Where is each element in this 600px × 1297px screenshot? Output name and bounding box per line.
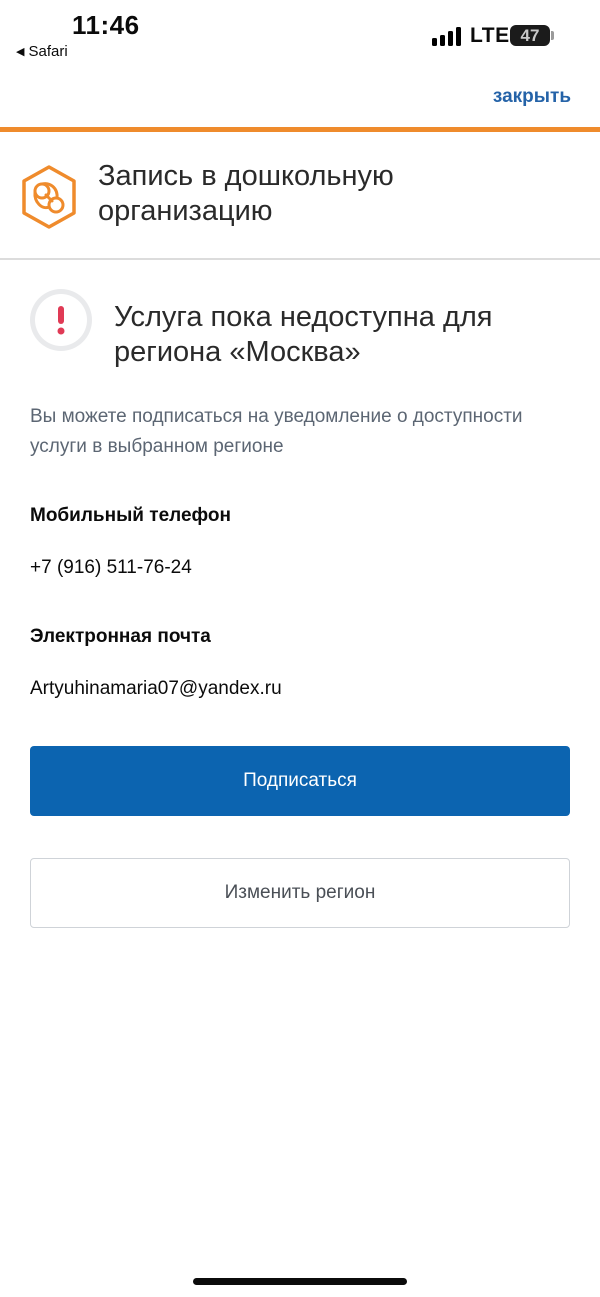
page-title: Запись в дошкольную организацию <box>98 160 394 227</box>
email-label: Электронная почта <box>30 626 211 647</box>
email-value: Artyuhinamaria07@yandex.ru <box>30 678 282 699</box>
back-app-label: Safari <box>28 43 68 60</box>
battery-level: 47 <box>520 26 540 45</box>
back-to-app-link[interactable]: ◀ Safari <box>16 43 68 60</box>
home-indicator[interactable] <box>193 1278 407 1285</box>
back-triangle-icon: ◀ <box>16 46 25 58</box>
network-type: LTE <box>470 24 510 47</box>
battery-nub <box>551 31 554 40</box>
pacifier-icon <box>20 164 78 230</box>
status-bar: 11:46 ◀ Safari LTE 47 <box>0 0 600 70</box>
alert-title: Услуга пока недоступна для региона «Моск… <box>114 301 493 368</box>
exclamation-icon <box>30 289 92 351</box>
alert-description: Вы можете подписаться на уведомление о д… <box>30 406 523 457</box>
battery-icon: 47 <box>510 25 550 46</box>
status-time: 11:46 <box>72 10 140 40</box>
phone-value: +7 (916) 511-76-24 <box>30 557 192 578</box>
service-header: Запись в дошкольную организацию <box>0 132 600 260</box>
close-button[interactable]: закрыть <box>493 86 571 108</box>
phone-label: Мобильный телефон <box>30 505 231 526</box>
subscribe-button[interactable]: Подписаться <box>30 746 570 816</box>
cellular-signal-icon <box>432 26 464 46</box>
change-region-button[interactable]: Изменить регион <box>30 858 570 928</box>
